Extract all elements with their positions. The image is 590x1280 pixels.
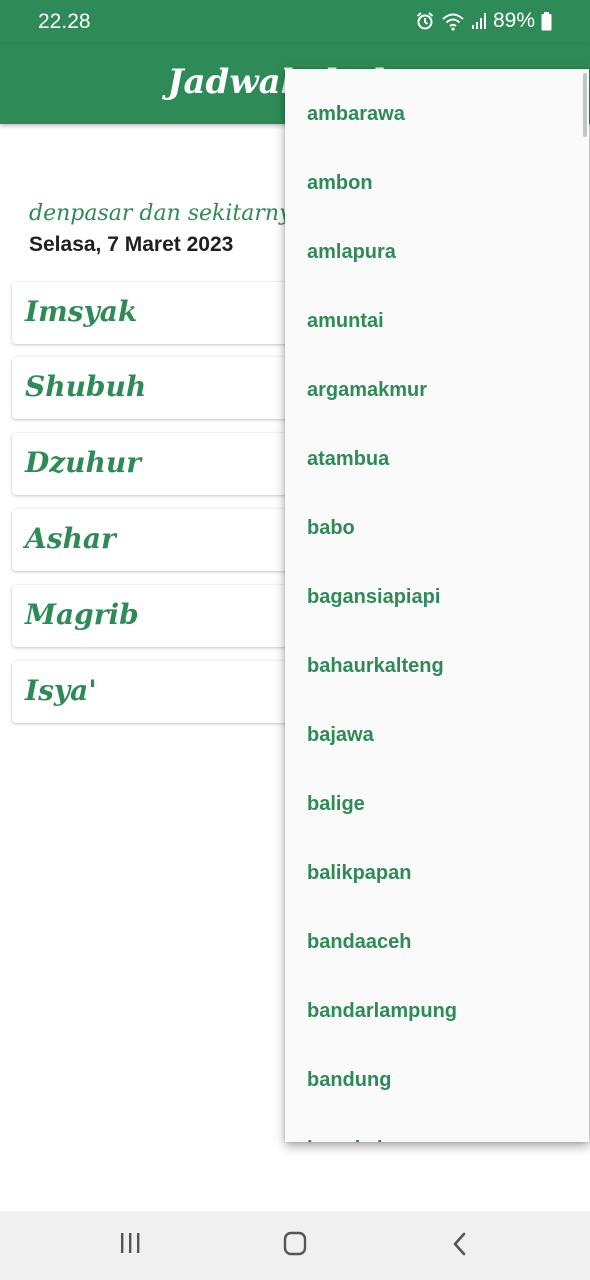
recent-apps-button[interactable] [110, 1231, 150, 1261]
city-option[interactable]: balikpapan [285, 828, 589, 897]
city-option[interactable]: argamakmur [285, 345, 589, 414]
date-label: Selasa, 7 Maret 2023 [29, 233, 234, 256]
prayer-name: Shubuh [25, 370, 147, 403]
city-option[interactable]: bajawa [285, 690, 589, 759]
city-option[interactable]: bandaaceh [285, 897, 589, 966]
signal-icon [471, 12, 487, 30]
city-option[interactable]: amuntai [285, 276, 589, 345]
back-icon [440, 1231, 480, 1257]
city-option[interactable]: ambarawa [285, 69, 589, 138]
recent-apps-icon [110, 1231, 150, 1255]
prayer-name: Ashar [25, 522, 116, 555]
city-option[interactable]: bandarlampung [285, 966, 589, 1035]
battery-percent: 89% [492, 9, 535, 32]
status-icons: 89% [415, 9, 552, 33]
battery-icon [541, 11, 552, 31]
prayer-name: Isya' [25, 674, 97, 707]
city-option[interactable]: bandung [285, 1035, 589, 1104]
city-option[interactable]: bahaurkalteng [285, 621, 589, 690]
alarm-icon [415, 11, 435, 31]
home-button[interactable] [275, 1231, 315, 1261]
city-option[interactable]: babo [285, 483, 589, 552]
prayer-name: Imsyak [25, 295, 138, 328]
wifi-icon [441, 11, 465, 31]
city-dropdown-menu[interactable]: ambarawa ambon amlapura amuntai argamakm… [285, 69, 589, 1142]
location-label: denpasar dan sekitarnya [29, 201, 305, 226]
city-option[interactable]: amlapura [285, 207, 589, 276]
status-bar: 22.28 89% [0, 0, 590, 44]
city-option[interactable]: atambua [285, 414, 589, 483]
home-icon [275, 1231, 315, 1257]
city-option[interactable]: balige [285, 759, 589, 828]
status-time: 22.28 [38, 10, 91, 33]
city-list: ambarawa ambon amlapura amuntai argamakm… [285, 69, 589, 1142]
city-option[interactable]: bagansiapiapi [285, 552, 589, 621]
prayer-name: Dzuhur [25, 446, 142, 479]
prayer-name: Magrib [25, 598, 139, 631]
system-nav-bar [0, 1211, 590, 1280]
city-option[interactable]: bangkalan [285, 1104, 589, 1142]
back-button[interactable] [440, 1231, 480, 1261]
dropdown-scrollbar[interactable] [583, 73, 587, 137]
city-option[interactable]: ambon [285, 138, 589, 207]
